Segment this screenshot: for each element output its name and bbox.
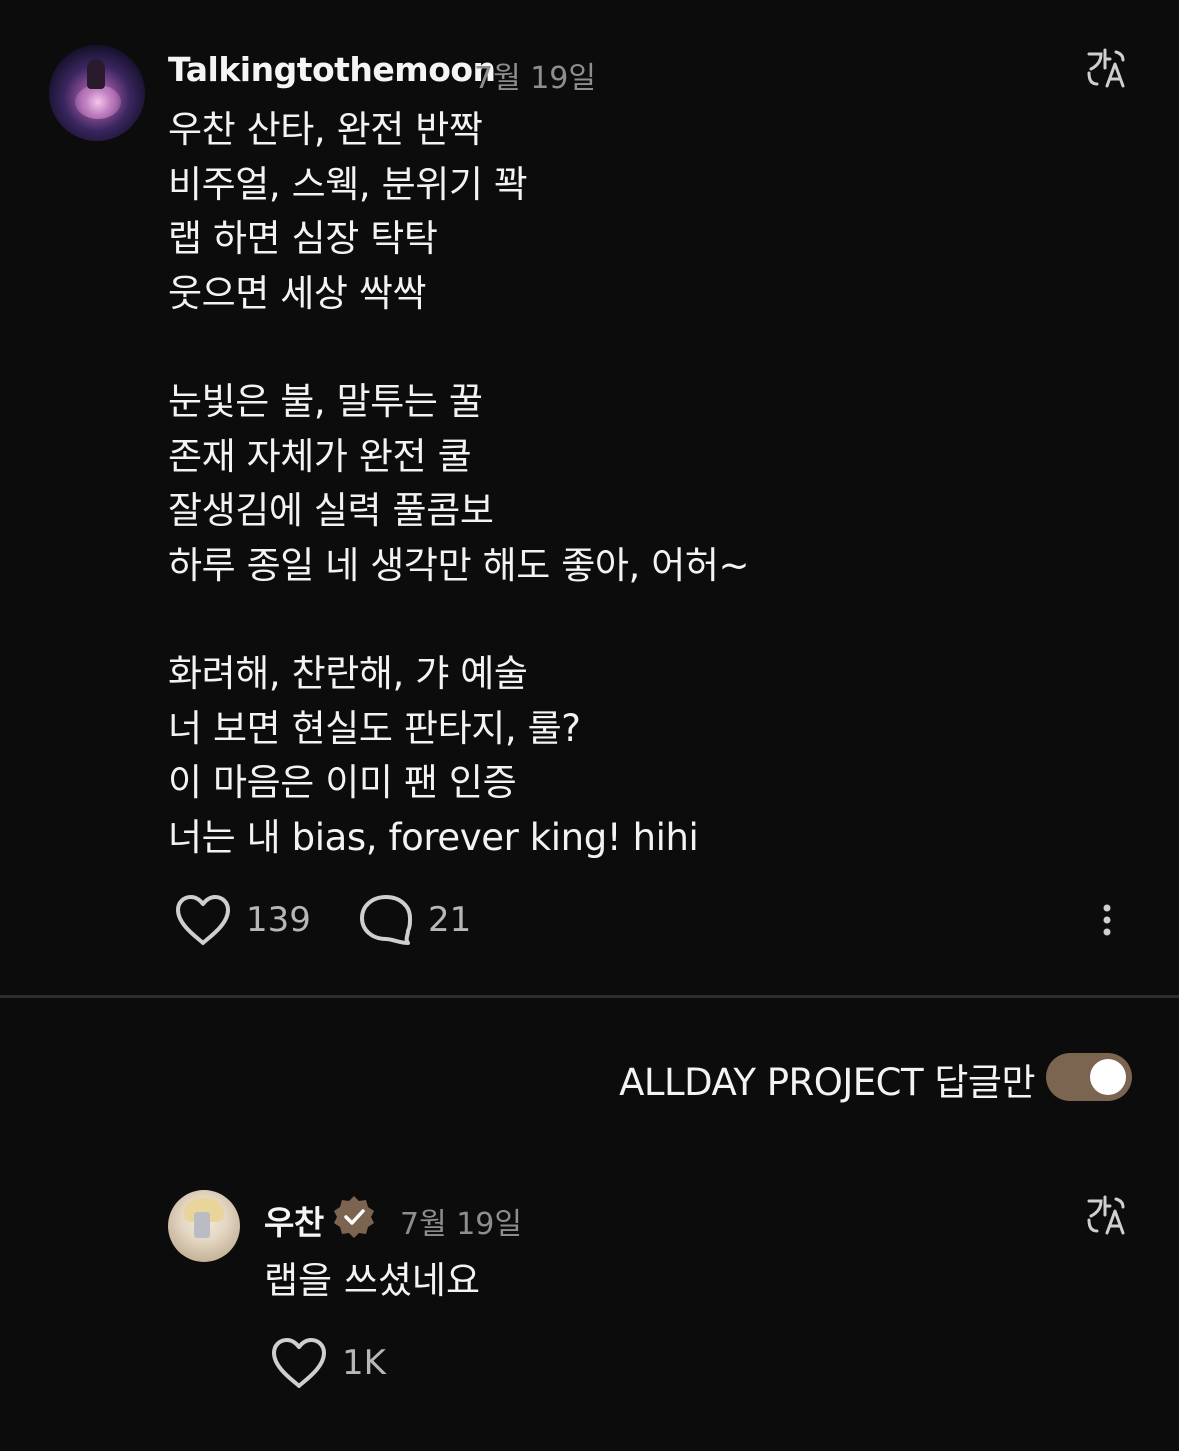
reply-text: 랩을 쓰셨네요 (264, 1259, 481, 1302)
divider (0, 995, 1179, 998)
translate-icon[interactable] (1085, 1193, 1129, 1237)
post-line: 잘생김에 실력 풀콤보 (168, 489, 494, 532)
heart-icon (272, 1338, 326, 1388)
post-line: 웃으면 세상 싹싹 (168, 271, 427, 315)
toggle-knob (1090, 1059, 1126, 1095)
reply-filter-label: ALLDAY PROJECT 답글만 (619, 1061, 1035, 1104)
post-line: 눈빛은 불, 말투는 꿀 (168, 380, 483, 423)
post-line: 하루 종일 네 생각만 해도 좋아, 어허~ (168, 543, 750, 587)
reply-filter-row: ALLDAY PROJECT 답글만 (0, 1040, 1179, 1112)
avatar-image-glow (75, 85, 121, 119)
heart-icon (176, 895, 230, 945)
reply-filter-toggle[interactable] (1046, 1053, 1132, 1101)
post-date: 7월 19일 (474, 61, 596, 96)
comment-count: 21 (428, 900, 472, 940)
verified-badge-icon (334, 1196, 374, 1238)
post-username[interactable]: Talkingtothemoon (168, 50, 496, 89)
post-line: 이 마음은 이미 팬 인증 (168, 761, 517, 804)
avatar[interactable] (49, 45, 145, 141)
post-body: 우찬 산타, 완전 반짝 비주얼, 스웩, 분위기 꽉 랩 하면 심장 탁탁 웃… (168, 103, 749, 865)
post: Talkingtothemoon 7월 19일 우찬 산타, 완전 반짝 비주얼… (0, 0, 1179, 996)
stanza-break (168, 321, 749, 375)
avatar-image-figure (87, 59, 105, 89)
reply-avatar-phone (194, 1212, 210, 1238)
more-vertical-icon[interactable] (1093, 900, 1121, 940)
post-line: 랩 하면 심장 탁탁 (168, 217, 438, 260)
stanza-break (168, 593, 749, 647)
reply-username[interactable]: 우찬 (264, 1196, 324, 1244)
reply-like-count: 1K (342, 1343, 386, 1383)
translate-icon[interactable] (1085, 46, 1129, 90)
post-line: 너 보면 현실도 판타지, 룰? (168, 706, 581, 750)
post-line: 너는 내 bias, forever king! hihi (168, 815, 699, 859)
like-button[interactable]: 139 (174, 893, 311, 947)
post-line: 우찬 산타, 완전 반짝 (168, 108, 483, 151)
like-count: 139 (246, 900, 311, 940)
reply-date: 7월 19일 (400, 1207, 522, 1242)
post-line: 화려해, 찬란해, 갸 예술 (168, 652, 528, 695)
comment-bubble-icon (360, 895, 412, 945)
post-line: 비주얼, 스웩, 분위기 꽉 (168, 162, 528, 206)
reply-avatar[interactable] (168, 1190, 240, 1262)
post-line: 존재 자체가 완전 쿨 (168, 434, 472, 478)
reply-like-button[interactable]: 1K (270, 1336, 386, 1390)
comment-button[interactable]: 21 (358, 893, 471, 947)
